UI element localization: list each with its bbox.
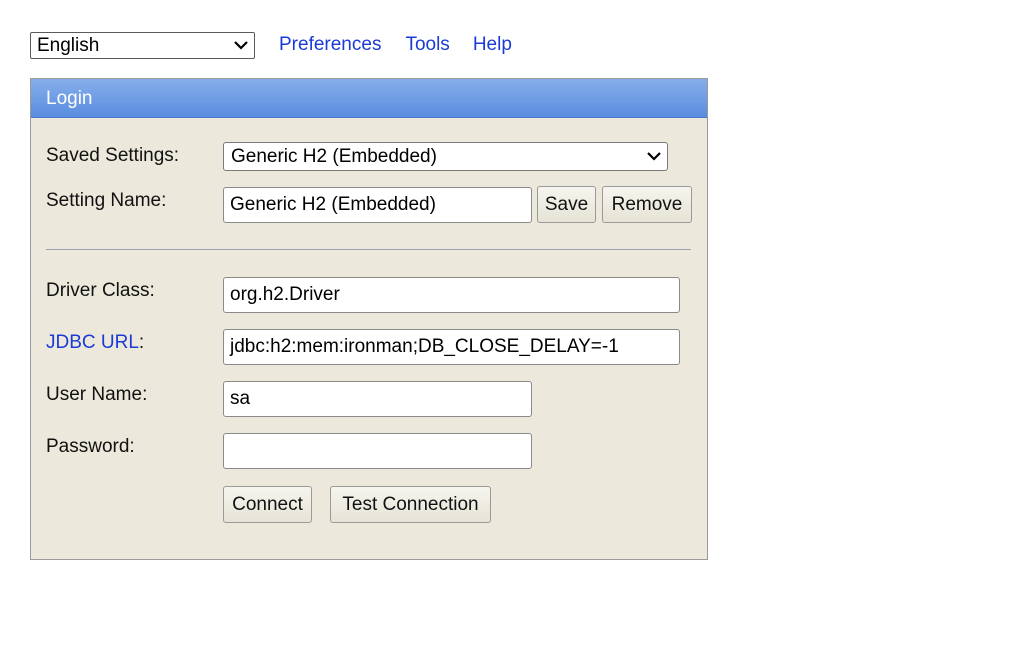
top-bar: English Preferences Tools Help: [30, 30, 512, 60]
password-label: Password:: [46, 436, 135, 457]
driver-class-input[interactable]: org.h2.Driver: [223, 277, 680, 313]
login-panel: Login Saved Settings: Generic H2 (Embedd…: [30, 78, 708, 560]
saved-settings-label: Saved Settings:: [46, 145, 180, 166]
password-input[interactable]: [223, 433, 532, 469]
divider: [46, 249, 691, 250]
connect-button[interactable]: Connect: [223, 486, 312, 523]
setting-name-input[interactable]: Generic H2 (Embedded): [223, 187, 532, 223]
remove-button[interactable]: Remove: [602, 186, 692, 223]
save-button[interactable]: Save: [537, 186, 596, 223]
saved-settings-value: Generic H2 (Embedded): [231, 146, 437, 167]
help-link[interactable]: Help: [473, 34, 512, 56]
driver-class-label: Driver Class:: [46, 280, 155, 301]
chevron-down-icon: [647, 152, 661, 161]
language-select-value: English: [37, 34, 100, 56]
tools-link[interactable]: Tools: [405, 34, 449, 56]
jdbc-url-colon: :: [138, 332, 145, 353]
user-name-label: User Name:: [46, 384, 148, 405]
test-connection-button[interactable]: Test Connection: [330, 486, 491, 523]
jdbc-url-help-link[interactable]: JDBC URL: [46, 332, 139, 353]
panel-title: Login: [31, 79, 707, 118]
user-name-input[interactable]: sa: [223, 381, 532, 417]
setting-name-label: Setting Name:: [46, 190, 167, 211]
chevron-down-icon: [234, 40, 248, 50]
jdbc-url-label: JDBC URL:: [46, 332, 144, 354]
jdbc-url-input[interactable]: jdbc:h2:mem:ironman;DB_CLOSE_DELAY=-1: [223, 329, 680, 365]
preferences-link[interactable]: Preferences: [279, 34, 381, 56]
saved-settings-select[interactable]: Generic H2 (Embedded): [223, 142, 668, 171]
language-select[interactable]: English: [30, 31, 255, 59]
